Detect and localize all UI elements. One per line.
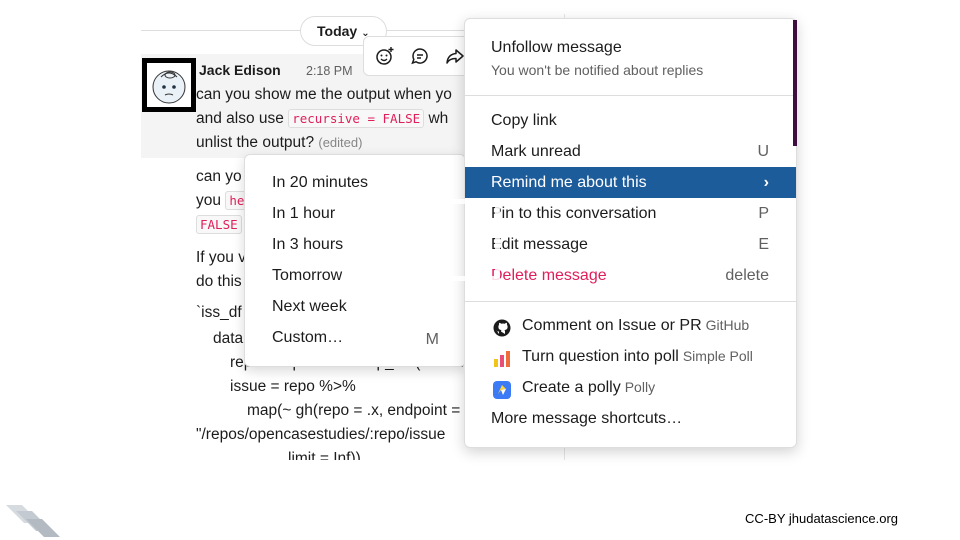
shortcut-hint: E [758,236,769,253]
menu-item-label: Pin to this conversation [491,205,657,222]
shortcut-hint: P [758,205,769,222]
menu-item-label: More message shortcuts… [491,410,683,427]
menu-item-label: Tomorrow [272,267,343,284]
remind-in-20-minutes[interactable]: In 20 minutes [272,172,439,194]
remind-custom[interactable]: Custom… M [272,327,439,349]
code-line: "/repos/opencasestudies/:repo/issue [196,426,446,443]
message-text-line: can you show me the output when yo [196,86,452,103]
avatar[interactable] [142,58,196,112]
remind-in-1-hour[interactable]: In 1 hour [272,203,439,225]
date-pill-label: Today [317,23,358,39]
message-timestamp[interactable]: 2:18 PM [306,64,353,78]
reply-text-line: can yo [196,168,242,185]
unfollow-message-item[interactable]: Unfollow message [491,39,622,57]
simple-poll-icon [493,348,511,367]
reply-in-thread-icon[interactable] [409,46,431,68]
inline-code: FALSE [196,215,242,234]
delete-message-item[interactable]: Delete message delete [465,260,796,291]
message-text-line: and also use recursive = FALSE wh [196,108,448,130]
code-line: issue = repo %>% [230,378,356,395]
unfollow-description: You won't be notified about replies [491,62,704,78]
menu-item-label: Mark unread [491,143,581,160]
shortcut-hint: U [757,143,769,160]
polly-icon [493,379,511,399]
shortcut-hint: delete [725,267,769,284]
license-text: CC-BY jhudatascience.org [745,511,898,526]
message-text-line: unlist the output? (edited) [196,132,362,154]
menu-item-label: Next week [272,298,347,315]
reply-text-line: If you v [196,249,246,266]
menu-divider [465,301,796,302]
more-shortcuts-item[interactable]: More message shortcuts… [465,403,796,434]
reply-text-line: FALSE [196,214,242,236]
emoji-add-icon[interactable] [374,46,396,68]
shortcut-hint: M [425,331,439,348]
menu-item-label: Edit message [491,236,588,253]
copy-link-item[interactable]: Copy link [465,105,796,136]
menu-item-label: Custom… [272,329,344,346]
message-context-menu: Unfollow message You won't be notified a… [464,18,797,448]
inline-code: recursive = FALSE [288,109,425,128]
chevron-right-icon: › [763,174,769,191]
menu-item-label: Comment on Issue or PR [522,317,702,334]
menu-item-label: In 1 hour [272,205,336,222]
github-icon [493,317,511,337]
code-line: data [213,330,244,347]
menu-item-label: Remind me about this [491,174,647,191]
message-text: wh [428,110,449,127]
polly-shortcut-item[interactable]: Create a polly Polly [465,372,796,403]
app-name: Simple Poll [682,348,753,364]
highlight-frame [424,199,500,281]
remind-in-3-hours[interactable]: In 3 hours [272,234,439,256]
edited-label: (edited) [318,135,363,150]
reply-text-line: you he [196,190,249,212]
menu-item-label: In 3 hours [272,236,344,253]
github-shortcut-item[interactable]: Comment on Issue or PR GitHub [465,310,796,341]
mark-unread-item[interactable]: Mark unread U [465,136,796,167]
message-text: unlist the output? [196,134,315,151]
app-name: Polly [624,379,656,395]
jhu-logo-icon [6,501,60,540]
edit-message-item[interactable]: Edit message E [465,229,796,260]
message-text: and also use [196,110,284,127]
remind-tomorrow[interactable]: Tomorrow [272,265,439,287]
simple-poll-shortcut-item[interactable]: Turn question into poll Simple Poll [465,341,796,372]
code-line: map(~ gh(repo = .x, endpoint = [247,402,461,419]
message-author[interactable]: Jack Edison [199,62,281,78]
menu-divider [465,95,796,96]
remind-next-week[interactable]: Next week [272,296,439,318]
reply-text-line: do this [196,273,242,290]
code-line: limit = Inf)) [288,450,361,460]
reply-text: you [196,192,221,209]
menu-item-label: In 20 minutes [272,174,369,191]
menu-item-label: Delete message [491,267,607,284]
code-line: `iss_df [196,304,242,321]
sidebar-edge [793,20,797,146]
menu-item-label: Create a polly [522,379,621,396]
remind-me-item[interactable]: Remind me about this › [465,167,796,198]
share-icon[interactable] [444,46,466,68]
menu-item-label: Copy link [491,112,557,129]
app-name: GitHub [705,317,750,333]
pin-to-conversation-item[interactable]: Pin to this conversation P [465,198,796,229]
menu-item-label: Turn question into poll [522,348,679,365]
